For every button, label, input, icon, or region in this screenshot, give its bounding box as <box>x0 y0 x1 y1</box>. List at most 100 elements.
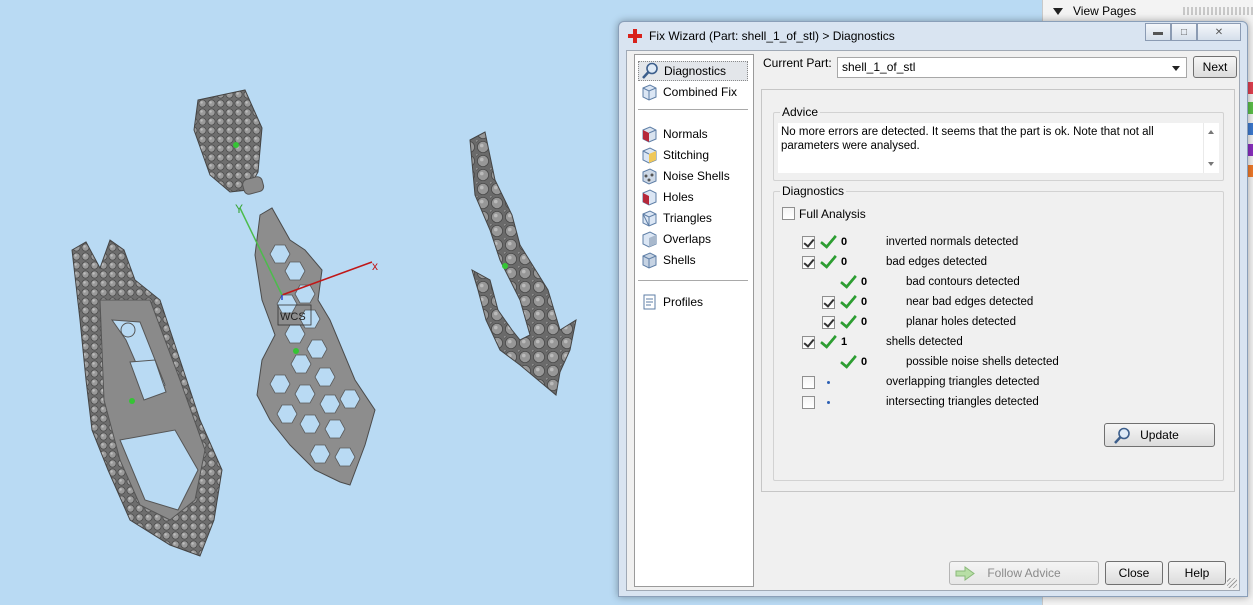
collapse-triangle-icon[interactable] <box>1053 7 1063 15</box>
diagnostic-checkbox[interactable] <box>802 336 815 349</box>
nav-item-normals[interactable]: Normals <box>638 124 748 144</box>
full-analysis-checkbox[interactable] <box>782 207 795 220</box>
diagnostic-row: 0 planar holes detected <box>774 314 1224 332</box>
diagnostic-label: bad edges detected <box>886 256 988 268</box>
nav-item-profiles[interactable]: Profiles <box>638 292 748 312</box>
view-pages-title: View Pages <box>1073 4 1137 18</box>
diagnostic-row: 0 bad edges detected <box>774 254 1224 272</box>
green-check-icon <box>820 334 836 350</box>
advice-scrollbar[interactable] <box>1203 123 1219 173</box>
diagnostic-count: 0 <box>861 356 868 368</box>
current-part-label: Current Part: <box>763 56 832 70</box>
diagnostic-row: 0 bad contours detected <box>774 274 1224 292</box>
axis-x-label: x <box>372 259 378 273</box>
scroll-down-icon[interactable] <box>1208 162 1214 166</box>
nav-label: Noise Shells <box>663 169 730 183</box>
close-button[interactable]: Close <box>1105 561 1163 585</box>
cube-icon <box>640 83 658 101</box>
diagnostic-row: 0 inverted normals detected <box>774 234 1224 252</box>
overlaps-cube-icon <box>640 230 658 248</box>
status-dot-icon <box>827 401 830 404</box>
diagnostic-count: 0 <box>841 256 848 268</box>
diagnostic-row: 0 near bad edges detected <box>774 294 1224 312</box>
nav-item-overlaps[interactable]: Overlaps <box>638 229 748 249</box>
follow-advice-button[interactable]: Follow Advice <box>949 561 1099 585</box>
diagnostics-group: Diagnostics Full Analysis 0 inverted norm… <box>773 184 1224 481</box>
green-check-icon <box>820 254 836 270</box>
diagnostic-label: overlapping triangles detected <box>886 376 1040 388</box>
scroll-up-icon[interactable] <box>1208 130 1214 134</box>
nav-item-combined-fix[interactable]: Combined Fix <box>638 82 748 102</box>
minimize-button[interactable]: ▬ <box>1145 23 1171 41</box>
nav-item-holes[interactable]: Holes <box>638 187 748 207</box>
dialog-titlebar[interactable]: Fix Wizard (Part: shell_1_of_stl) > Diag… <box>619 22 1247 50</box>
green-check-icon <box>820 234 836 250</box>
nav-label: Overlaps <box>663 232 712 246</box>
diagnostic-label: near bad edges detected <box>906 296 1034 308</box>
diagnostic-row: overlapping triangles detected <box>774 374 1224 392</box>
nav-label: Triangles <box>663 211 712 225</box>
middle-honeycomb-model <box>254 207 376 486</box>
noise-shells-icon <box>640 167 658 185</box>
fix-wizard-dialog: Fix Wizard (Part: shell_1_of_stl) > Diag… <box>618 21 1248 597</box>
diagnostic-checkbox[interactable] <box>802 396 815 409</box>
nav-label: Stitching <box>663 148 710 162</box>
nav-label: Normals <box>663 127 708 141</box>
stitching-cube-icon <box>640 146 658 164</box>
document-icon <box>640 293 658 311</box>
green-check-icon <box>840 314 856 330</box>
resize-grip[interactable] <box>1227 578 1237 588</box>
normals-cube-icon <box>640 125 658 143</box>
diagnostic-label: bad contours detected <box>906 276 1020 288</box>
window-close-button[interactable]: ✕ <box>1197 23 1241 41</box>
diagnostics-page: Advice No more errors are detected. It s… <box>761 89 1235 492</box>
follow-advice-label: Follow Advice <box>987 566 1061 580</box>
nav-label: Diagnostics <box>664 64 727 78</box>
shells-cube-icon <box>640 251 658 269</box>
green-check-icon <box>840 354 856 370</box>
diagnostic-checkbox[interactable] <box>802 256 815 269</box>
status-dot-icon <box>827 381 830 384</box>
diagnostic-count: 0 <box>861 276 868 288</box>
green-check-icon <box>840 274 856 290</box>
green-arrow-icon <box>955 566 975 581</box>
diagnostic-count: 0 <box>861 316 868 328</box>
diagnostic-label: possible noise shells detected <box>906 356 1059 368</box>
nav-item-shells[interactable]: Shells <box>638 250 748 270</box>
update-button[interactable]: Update <box>1104 423 1215 447</box>
diagnostic-checkbox[interactable] <box>802 236 815 249</box>
magnifier-icon <box>641 62 659 80</box>
wizard-nav: Diagnostics Combined Fix Normals Stitchi <box>634 54 754 587</box>
nav-separator <box>638 280 748 281</box>
dock-grip[interactable] <box>1183 7 1253 15</box>
nav-item-diagnostics[interactable]: Diagnostics <box>638 61 748 81</box>
nav-item-noise-shells[interactable]: Noise Shells <box>638 166 748 186</box>
red-cross-icon <box>628 29 642 43</box>
magnifier-icon <box>1113 427 1131 445</box>
dialog-title: Fix Wizard (Part: shell_1_of_stl) > Diag… <box>649 29 895 43</box>
nav-item-triangles[interactable]: Triangles <box>638 208 748 228</box>
nav-label: Combined Fix <box>663 85 738 99</box>
diagnostic-label: intersecting triangles detected <box>886 396 1039 408</box>
diagnostic-count: 1 <box>841 336 848 348</box>
triangles-cube-icon <box>640 209 658 227</box>
help-button[interactable]: Help <box>1168 561 1226 585</box>
nav-label: Shells <box>663 253 696 267</box>
triad-label: WCS <box>280 311 306 323</box>
diagnostic-label: planar holes detected <box>906 316 1016 328</box>
nav-separator <box>638 109 748 110</box>
nav-label: Profiles <box>663 295 704 309</box>
next-button[interactable]: Next <box>1193 56 1237 78</box>
maximize-button[interactable]: □ <box>1171 23 1197 41</box>
advice-title: Advice <box>780 105 821 119</box>
advice-text: No more errors are detected. It seems th… <box>778 123 1203 173</box>
diagnostic-label: inverted normals detected <box>886 236 1019 248</box>
current-part-select[interactable]: shell_1_of_stl <box>837 57 1187 78</box>
diagnostics-title: Diagnostics <box>780 184 847 198</box>
nav-item-stitching[interactable]: Stitching <box>638 145 748 165</box>
update-label: Update <box>1140 428 1179 442</box>
chevron-down-icon <box>1172 66 1180 71</box>
diagnostic-checkbox[interactable] <box>822 316 835 329</box>
diagnostic-checkbox[interactable] <box>802 376 815 389</box>
diagnostic-checkbox[interactable] <box>822 296 835 309</box>
